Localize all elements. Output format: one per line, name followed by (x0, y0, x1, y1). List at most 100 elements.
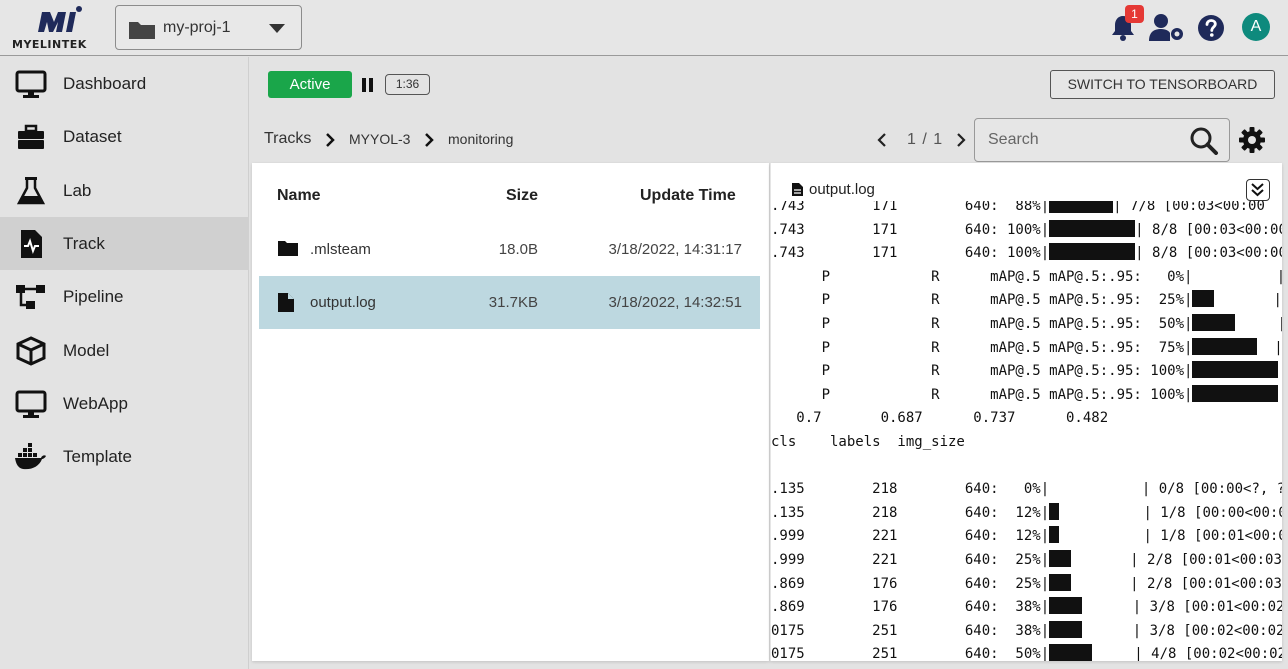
log-line-text: .999 221 640: 25%| (771, 552, 1050, 568)
sidebar-item-label: WebApp (63, 394, 128, 413)
file-name: .mlsteam (310, 241, 371, 258)
log-line-tail: | 3/8 [00:02<00:02 (1082, 622, 1282, 639)
progress-bar-fill (1049, 502, 1060, 520)
log-line-tail: | 4 (1278, 363, 1282, 379)
sidebar-item-pipeline[interactable]: Pipeline (0, 270, 249, 323)
log-line: 0175 251 640: 50%| | 4/8 [00:02<00:02 (771, 643, 1282, 661)
notification-badge: 1 (1125, 5, 1144, 23)
help-icon[interactable] (1197, 14, 1225, 42)
log-line-text: P R mAP@.5 mAP@.5:.95: 75%| (771, 339, 1193, 356)
log-file-title: output.log (809, 181, 875, 198)
log-line: .999 221 640: 25%| | 2/8 [00:01<00:03 (771, 549, 1282, 572)
log-line-text: .869 176 640: 38%| (771, 599, 1050, 616)
file-list-panel: Name Size Update Time .mlsteam 18.0B 3/1… (252, 163, 769, 661)
chevron-left-icon[interactable] (876, 132, 888, 148)
file-update-time: 3/18/2022, 14:32:51 (608, 294, 742, 311)
log-line-text: 0175 251 640: 50%| (771, 646, 1050, 661)
log-line-text: P R mAP@.5 mAP@.5:.95: 50%| (771, 316, 1193, 332)
sidebar-item-dashboard[interactable]: Dashboard (0, 57, 249, 110)
sidebar-item-lab[interactable]: Lab (0, 164, 249, 217)
log-line: .135 218 640: 12%| | 1/8 [00:00<00:03 (771, 502, 1282, 525)
table-row[interactable]: output.log 31.7KB 3/18/2022, 14:32:51 (259, 276, 760, 329)
breadcrumb-run[interactable]: MYYOL-3 (349, 131, 410, 147)
file-update-time: 3/18/2022, 14:31:17 (608, 241, 742, 258)
column-header-size[interactable]: Size (506, 187, 538, 205)
log-line-text: 0175 251 640: 38%| (771, 622, 1050, 639)
log-viewer-header: output.log (771, 163, 1282, 201)
breadcrumb-current: monitoring (448, 131, 514, 147)
file-icon (278, 293, 294, 312)
sidebar-item-label: Pipeline (63, 287, 124, 306)
progress-bar-fill (1049, 550, 1072, 567)
switch-to-tensorboard-button[interactable]: SWITCH TO TENSORBOARD (1050, 70, 1275, 99)
log-line-text: P R mAP@.5 mAP@.5:.95: 25%| (771, 292, 1193, 309)
log-line: cls labels img_size (771, 431, 965, 454)
sidebar-item-track[interactable]: Track (0, 217, 249, 270)
column-header-name[interactable]: Name (277, 187, 321, 205)
log-line-text: .999 221 640: 12%| (771, 528, 1050, 545)
toolbox-icon (18, 124, 44, 149)
column-header-update-time[interactable]: Update Time (640, 187, 736, 205)
search-input[interactable] (975, 119, 1175, 161)
log-line: 0175 251 640: 38%| | 3/8 [00:02<00:02 (771, 620, 1282, 643)
chevron-right-icon (425, 133, 434, 147)
sidebar-item-label: Dashboard (63, 74, 147, 93)
breadcrumb-tracks[interactable]: Tracks (264, 130, 311, 148)
log-line: .869 176 640: 38%| | 3/8 [00:01<00:02 (771, 596, 1282, 619)
log-line-text: .869 176 640: 25%| (771, 575, 1050, 592)
folder-icon (278, 241, 298, 256)
file-size: 18.0B (498, 241, 538, 258)
log-line: P R mAP@.5 mAP@.5:.95: 75%| | 3 (771, 337, 1282, 360)
caret-down-icon (269, 24, 285, 33)
log-line-tail: | 3/8 [00:01<00:02 (1082, 599, 1282, 616)
progress-bar-fill (1192, 384, 1279, 402)
status-button[interactable]: Active (268, 71, 352, 98)
pager-text: 1 / 1 (907, 131, 944, 148)
log-line: .743 171 640: 100%| | 8/8 [00:03<00:00 (771, 242, 1282, 265)
monitor-icon (15, 70, 47, 98)
progress-bar-fill (1049, 644, 1093, 661)
user-avatar[interactable]: A (1242, 13, 1270, 41)
progress-bar-fill (1192, 290, 1215, 308)
progress-bar-fill (1049, 597, 1083, 615)
sidebar-item-label: Template (63, 447, 132, 466)
log-line: P R mAP@.5 mAP@.5:.95: 100%| | 4 (771, 384, 1282, 407)
table-row[interactable]: .mlsteam 18.0B 3/18/2022, 14:31:17 (259, 223, 760, 276)
progress-bar-fill (1192, 361, 1279, 379)
gear-icon[interactable] (1238, 126, 1266, 154)
log-line-tail: | 0/8 [00:00<?, ?it (1049, 481, 1282, 498)
sidebar-item-label: Lab (63, 181, 92, 200)
progress-bar-fill (1049, 219, 1136, 237)
log-line-text: 0.7 0.687 0.737 0.482 (771, 410, 1109, 427)
log-viewer-panel[interactable]: .743 171 640: 88%| | 7/8 [00:03<00:00.743… (770, 163, 1282, 661)
log-line-text: P R mAP@.5 mAP@.5:.95: 100%| (771, 386, 1193, 403)
sidebar-item-model[interactable]: Model (0, 324, 249, 377)
log-line-text: P R mAP@.5 mAP@.5:.95: 0%| (771, 268, 1193, 285)
progress-bar-fill (1049, 243, 1136, 261)
log-line: P R mAP@.5 mAP@.5:.95: 25%| | 1 (771, 289, 1282, 312)
log-line-tail: | 1/8 [00:01<00:03 (1059, 528, 1282, 545)
brand-name: MyelinTek (12, 38, 87, 51)
log-line-text: .743 171 640: 100%| (771, 221, 1050, 238)
brand-logo[interactable]: MyelinTek (12, 4, 102, 52)
search-icon[interactable] (1189, 127, 1219, 155)
progress-bar-fill (1049, 573, 1072, 591)
sidebar-item-label: Dataset (63, 127, 122, 146)
sidebar-item-webapp[interactable]: WebApp (0, 377, 249, 430)
project-selector[interactable]: my-proj-1 (115, 5, 302, 50)
chevron-right-icon[interactable] (955, 132, 967, 148)
user-settings-icon[interactable] (1149, 12, 1185, 42)
myelintek-logo-icon (38, 6, 82, 32)
sidebar: Dashboard Dataset Lab Track Pipeline Mod… (0, 57, 249, 669)
collapse-panel-button[interactable] (1246, 179, 1270, 201)
log-line-tail: | 4 (1278, 387, 1282, 403)
sidebar-item-template[interactable]: Template (0, 430, 249, 483)
log-line-text: P R mAP@.5 mAP@.5:.95: 100%| (771, 363, 1193, 380)
pause-icon[interactable] (361, 78, 375, 92)
sidebar-item-dataset[interactable]: Dataset (0, 110, 249, 163)
log-line-text: .135 218 640: 0%| (771, 481, 1050, 498)
sidebar-item-label: Model (63, 341, 110, 360)
progress-bar-fill (1049, 526, 1060, 544)
top-bar: MyelinTek my-proj-1 1 A (0, 0, 1288, 56)
log-line-tail: | 2/8 [00:01<00:03 (1071, 575, 1282, 592)
